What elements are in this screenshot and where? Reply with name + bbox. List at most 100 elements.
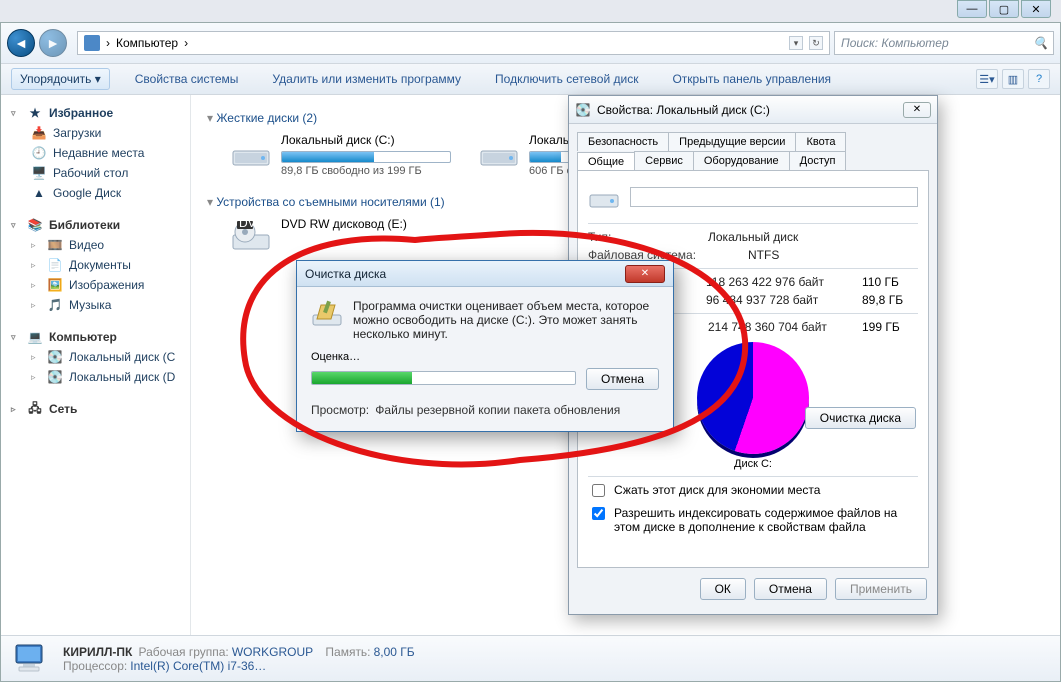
address-dropdown-icon[interactable]: ▾ <box>789 36 803 50</box>
cpu-value: Intel(R) Core(TM) i7-36… <box>130 659 266 673</box>
ok-button[interactable]: ОК <box>700 578 746 600</box>
svg-text:DVD: DVD <box>239 217 265 230</box>
pictures-icon: 🖼️ <box>47 277 63 293</box>
sidebar-item-downloads[interactable]: 📥Загрузки <box>5 123 186 143</box>
used-bytes: 118 263 422 976 байт <box>706 275 824 289</box>
libraries-icon: 📚 <box>27 217 43 233</box>
properties-close-button[interactable]: ✕ <box>903 102 931 118</box>
apply-button[interactable]: Применить <box>835 578 927 600</box>
maximize-button[interactable]: ▢ <box>989 0 1019 18</box>
cleanup-message: Программа очистки оценивает объем места,… <box>353 299 659 341</box>
drive-type-value: Локальный диск <box>708 230 798 244</box>
workgroup-value: WORKGROUP <box>232 645 313 659</box>
back-button[interactable]: ◄ <box>7 29 35 57</box>
properties-titlebar[interactable]: 💽 Свойства: Локальный диск (C:) ✕ <box>569 96 937 124</box>
tab-quota[interactable]: Квота <box>795 132 846 151</box>
sidebar-item-drive-d[interactable]: ▹💽Локальный диск (D <box>5 367 186 387</box>
sidebar-item-documents[interactable]: ▹📄Документы <box>5 255 186 275</box>
cleanup-cancel-button[interactable]: Отмена <box>586 368 659 390</box>
pie-caption: Диск C: <box>588 458 918 470</box>
minimize-button[interactable]: — <box>957 0 987 18</box>
free-gb: 89,8 ГБ <box>862 293 918 307</box>
drive-c[interactable]: Локальный диск (C:) 89,8 ГБ свободно из … <box>231 133 451 177</box>
drive-c-usage-bar <box>281 151 451 163</box>
computer-icon <box>84 35 100 51</box>
control-panel-button[interactable]: Открыть панель управления <box>663 68 840 90</box>
system-window-controls: — ▢ ✕ <box>957 0 1051 22</box>
command-bar: Упорядочить ▾ Свойства системы Удалить и… <box>1 64 1060 95</box>
sidebar-item-videos[interactable]: ▹🎞️Видео <box>5 235 186 255</box>
cleanup-titlebar[interactable]: Очистка диска ✕ <box>297 261 673 287</box>
filesystem-value: NTFS <box>748 248 779 262</box>
drive-icon: 💽 <box>47 349 63 365</box>
system-properties-button[interactable]: Свойства системы <box>126 68 248 90</box>
disk-cleanup-dialog: Очистка диска ✕ Программа очистки оценив… <box>296 260 674 432</box>
tab-security[interactable]: Безопасность <box>577 132 669 151</box>
forward-button[interactable]: ► <box>39 29 67 57</box>
properties-title: Свойства: Локальный диск (C:) <box>597 103 770 117</box>
cleanup-estimating-label: Оценка… <box>311 351 659 363</box>
dvd-drive[interactable]: DVD DVD RW дисковод (E:) <box>231 217 407 257</box>
cleanup-title: Очистка диска <box>305 267 386 281</box>
network-header[interactable]: ▹🖧Сеть <box>5 399 186 419</box>
compress-checkbox[interactable]: Сжать этот диск для экономии места <box>588 483 918 500</box>
search-input[interactable]: Поиск: Компьютер 🔍 <box>834 31 1054 55</box>
close-button[interactable]: ✕ <box>1021 0 1051 18</box>
drive-c-free-text: 89,8 ГБ свободно из 199 ГБ <box>281 165 451 177</box>
tab-sharing[interactable]: Доступ <box>789 151 847 170</box>
documents-icon: 📄 <box>47 257 63 273</box>
tab-general[interactable]: Общие <box>577 152 635 171</box>
address-location: Компьютер <box>116 36 178 50</box>
libraries-header[interactable]: ▿📚Библиотеки <box>5 215 186 235</box>
cancel-button[interactable]: Отмена <box>754 578 827 600</box>
cleanup-progress-bar <box>311 371 576 385</box>
memory-value: 8,00 ГБ <box>374 645 415 659</box>
tab-previous-versions[interactable]: Предыдущие версии <box>668 132 796 151</box>
address-sep: › <box>106 36 110 50</box>
address-sep-2: › <box>184 36 188 50</box>
map-network-drive-button[interactable]: Подключить сетевой диск <box>486 68 647 90</box>
sidebar-item-music[interactable]: ▹🎵Музыка <box>5 295 186 315</box>
search-placeholder: Поиск: Компьютер <box>841 36 949 50</box>
capacity-gb: 199 ГБ <box>862 320 918 334</box>
drive-icon: 💽 <box>47 369 63 385</box>
refresh-icon[interactable]: ↻ <box>809 36 823 50</box>
cleanup-close-button[interactable]: ✕ <box>625 265 665 283</box>
sidebar-item-pictures[interactable]: ▹🖼️Изображения <box>5 275 186 295</box>
star-icon: ★ <box>27 105 43 121</box>
address-bar[interactable]: › Компьютер › ▾ ↻ <box>77 31 830 55</box>
preview-pane-button[interactable]: ▥ <box>1002 69 1024 89</box>
drive-icon <box>588 181 620 213</box>
disk-cleanup-button[interactable]: Очистка диска <box>805 407 916 429</box>
disk-usage-pie <box>697 342 809 454</box>
hard-drive-icon <box>231 133 271 173</box>
sidebar-item-google-drive[interactable]: ▲Google Диск <box>5 183 186 203</box>
navigation-bar: ◄ ► › Компьютер › ▾ ↻ Поиск: Компьютер 🔍 <box>1 23 1060 64</box>
pc-name: КИРИЛЛ-ПК <box>63 645 132 659</box>
help-button[interactable]: ? <box>1028 69 1050 89</box>
favorites-header[interactable]: ▿★Избранное <box>5 103 186 123</box>
sidebar-item-recent[interactable]: 🕘Недавние места <box>5 143 186 163</box>
details-pane: КИРИЛЛ-ПК Рабочая группа: WORKGROUP Памя… <box>1 635 1060 681</box>
tab-hardware[interactable]: Оборудование <box>693 151 790 170</box>
organize-button[interactable]: Упорядочить ▾ <box>11 68 110 90</box>
video-icon: 🎞️ <box>47 237 63 253</box>
tab-tools[interactable]: Сервис <box>634 151 694 170</box>
uninstall-program-button[interactable]: Удалить или изменить программу <box>263 68 470 90</box>
computer-header[interactable]: ▿💻Компьютер <box>5 327 186 347</box>
sidebar-item-desktop[interactable]: 🖥️Рабочий стол <box>5 163 186 183</box>
drive-label-input[interactable] <box>630 187 918 207</box>
properties-footer: ОК Отмена Применить <box>569 568 937 610</box>
dvd-label: DVD RW дисковод (E:) <box>281 217 407 231</box>
cleanup-icon <box>311 299 343 331</box>
sidebar-item-drive-c[interactable]: ▹💽Локальный диск (C <box>5 347 186 367</box>
indexing-checkbox[interactable]: Разрешить индексировать содержимое файло… <box>588 506 918 534</box>
used-gb: 110 ГБ <box>862 275 918 289</box>
cleanup-scan-target: Файлы резервной копии пакета обновления <box>375 403 620 417</box>
drive-c-label: Локальный диск (C:) <box>281 133 451 147</box>
music-icon: 🎵 <box>47 297 63 313</box>
computer-large-icon <box>13 642 51 676</box>
free-bytes: 96 484 937 728 байт <box>706 293 818 307</box>
downloads-icon: 📥 <box>31 125 47 141</box>
view-mode-button[interactable]: ☰▾ <box>976 69 998 89</box>
